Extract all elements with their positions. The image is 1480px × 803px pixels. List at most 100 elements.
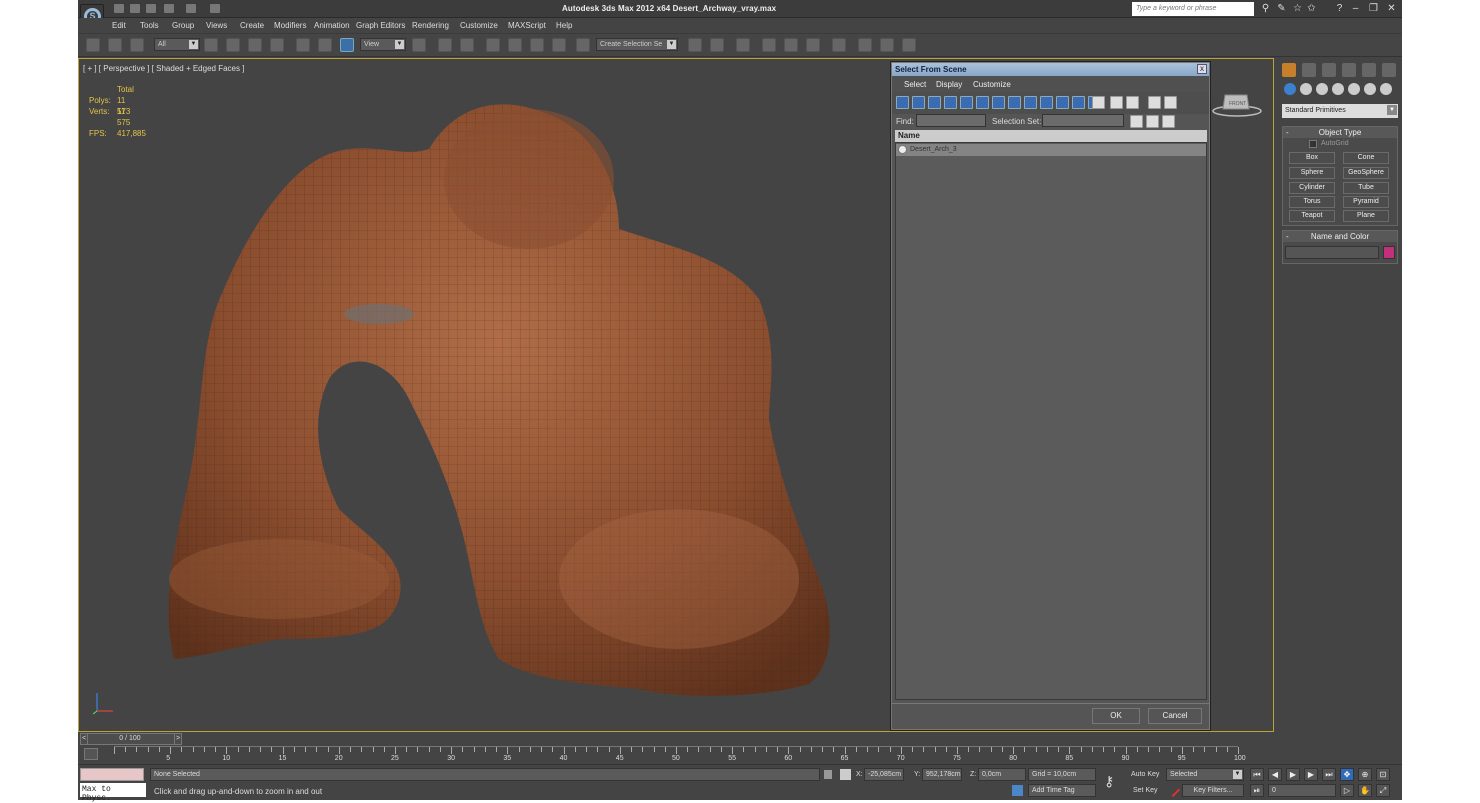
trackbar-menu-icon[interactable] <box>84 748 98 760</box>
ok-button[interactable]: OK <box>1092 708 1140 724</box>
find-input[interactable] <box>916 114 986 127</box>
autogrid-checkbox[interactable] <box>1309 140 1317 148</box>
display-lights-icon[interactable] <box>928 96 941 109</box>
keyboard-shortcut-override-icon[interactable] <box>460 38 474 52</box>
plane-button[interactable]: Plane <box>1343 210 1389 222</box>
lights-category-icon[interactable] <box>1316 83 1328 95</box>
move-icon[interactable] <box>296 38 310 52</box>
orbit-icon[interactable]: ✋ <box>1358 784 1372 797</box>
key-filters-button[interactable]: Key Filters... <box>1182 784 1244 797</box>
dialog-menu-customize[interactable]: Customize <box>973 80 1011 89</box>
play-icon[interactable]: ▶ <box>1286 768 1300 781</box>
object-color-swatch[interactable] <box>1383 246 1395 259</box>
menu-help[interactable]: Help <box>556 21 572 30</box>
pivot-center-icon[interactable] <box>412 38 426 52</box>
key-icon[interactable]: ⚷ <box>1104 773 1114 790</box>
bind-space-warp-icon[interactable] <box>130 38 144 52</box>
pyramid-button[interactable]: Pyramid <box>1343 196 1389 208</box>
maximize-viewport-icon[interactable]: ⤢ <box>1376 784 1390 797</box>
mirror-icon[interactable] <box>688 38 702 52</box>
schematic-view-icon[interactable] <box>806 38 820 52</box>
primitive-category-dropdown[interactable]: Standard Primitives ▼ <box>1282 104 1398 118</box>
display-geometry-icon[interactable] <box>896 96 909 109</box>
tube-button[interactable]: Tube <box>1343 182 1389 194</box>
torus-button[interactable]: Torus <box>1289 196 1335 208</box>
cameras-category-icon[interactable] <box>1332 83 1344 95</box>
display-none-icon[interactable] <box>1092 96 1105 109</box>
star-icon[interactable]: ☆ <box>1292 3 1303 14</box>
set-key-icon[interactable] <box>1165 782 1181 798</box>
zoom-extents-icon[interactable]: ⊡ <box>1376 768 1390 781</box>
dialog-menu-display[interactable]: Display <box>936 80 962 89</box>
layer-manager-icon[interactable] <box>736 38 750 52</box>
undo-icon[interactable] <box>164 4 174 13</box>
rendered-frame-window-icon[interactable] <box>880 38 894 52</box>
display-bones-icon[interactable] <box>1024 96 1037 109</box>
zoom-all-icon[interactable]: ⊕ <box>1358 768 1372 781</box>
display-shapes-icon[interactable] <box>912 96 925 109</box>
menu-views[interactable]: Views <box>206 21 227 30</box>
geosphere-button[interactable]: GeoSphere <box>1343 167 1389 179</box>
field-of-view-icon[interactable]: ▷ <box>1340 784 1354 797</box>
utilities-tab-icon[interactable] <box>1382 63 1396 77</box>
curve-editor-icon[interactable] <box>784 38 798 52</box>
select-object-icon[interactable] <box>204 38 218 52</box>
display-cameras-icon[interactable] <box>944 96 957 109</box>
binoculars-icon[interactable]: ⚲ <box>1260 3 1271 14</box>
display-space-warps-icon[interactable] <box>976 96 989 109</box>
display-containers-icon[interactable] <box>1040 96 1053 109</box>
rectangular-selection-icon[interactable] <box>248 38 262 52</box>
render-setup-icon[interactable] <box>858 38 872 52</box>
menu-edit[interactable]: Edit <box>112 21 126 30</box>
list-item[interactable]: Desert_Arch_3 <box>896 144 1206 156</box>
dialog-menu-select[interactable]: Select <box>904 80 926 89</box>
help-icon[interactable]: ? <box>1334 3 1345 14</box>
systems-category-icon[interactable] <box>1380 83 1392 95</box>
menu-customize[interactable]: Customize <box>460 21 498 30</box>
render-production-icon[interactable] <box>902 38 916 52</box>
filter-options-icon[interactable] <box>1164 96 1177 109</box>
display-xrefs-icon[interactable] <box>1008 96 1021 109</box>
menu-maxscript[interactable]: MAXScript <box>508 21 546 30</box>
angle-snap-icon[interactable] <box>508 38 522 52</box>
teapot-button[interactable]: Teapot <box>1289 210 1335 222</box>
dialog-close-button[interactable]: x <box>1197 64 1207 74</box>
maxscript-input[interactable]: Max to Physc. <box>80 783 146 803</box>
menu-rendering[interactable]: Rendering <box>412 21 449 30</box>
go-to-start-icon[interactable]: ⏮ <box>1250 768 1264 781</box>
add-time-tag-button[interactable]: Add Time Tag <box>1028 784 1096 797</box>
cancel-button[interactable]: Cancel <box>1148 708 1202 724</box>
menu-animation[interactable]: Animation <box>314 21 350 30</box>
spinner-snap-icon[interactable] <box>552 38 566 52</box>
filter-icon[interactable] <box>1148 96 1161 109</box>
named-selection-set-dropdown[interactable]: Create Selection Se ▼ <box>596 38 678 51</box>
display-hidden-icon[interactable] <box>1072 96 1085 109</box>
create-tab-icon[interactable] <box>1282 63 1296 77</box>
select-by-name-icon[interactable] <box>226 38 240 52</box>
y-coordinate-field[interactable]: 952,178cm <box>922 768 962 781</box>
display-groups-icon[interactable] <box>992 96 1005 109</box>
rotate-icon[interactable] <box>318 38 332 52</box>
reference-coordinate-dropdown[interactable]: View ▼ <box>360 38 406 51</box>
project-folder-icon[interactable] <box>210 4 220 13</box>
display-frozen-icon[interactable] <box>1056 96 1069 109</box>
set-key-button[interactable]: Set Key <box>1133 787 1158 794</box>
tools-icon[interactable]: ✎ <box>1276 3 1287 14</box>
search-input[interactable]: Type a keyword or phrase <box>1132 2 1254 16</box>
scale-icon[interactable] <box>340 38 354 52</box>
next-frame-icon[interactable]: ▶ <box>1304 768 1318 781</box>
link-icon[interactable] <box>86 38 100 52</box>
favorites-icon[interactable]: ✩ <box>1306 3 1317 14</box>
minimize-icon[interactable]: – <box>1350 3 1361 14</box>
menu-graph-editors[interactable]: Graph Editors <box>356 21 405 30</box>
time-tag-icon[interactable] <box>1012 785 1023 796</box>
close-icon[interactable]: ✕ <box>1386 3 1397 14</box>
remove-from-set-icon[interactable] <box>1162 115 1175 128</box>
modify-tab-icon[interactable] <box>1302 63 1316 77</box>
space-warps-category-icon[interactable] <box>1364 83 1376 95</box>
x-coordinate-field[interactable]: -25,085cm <box>864 768 904 781</box>
auto-key-button[interactable]: Auto Key <box>1131 771 1159 778</box>
snaps-toggle-icon[interactable] <box>486 38 500 52</box>
name-and-color-header[interactable]: - Name and Color <box>1283 231 1397 242</box>
key-mode-toggle-icon[interactable]: ⏯ <box>1250 784 1264 797</box>
